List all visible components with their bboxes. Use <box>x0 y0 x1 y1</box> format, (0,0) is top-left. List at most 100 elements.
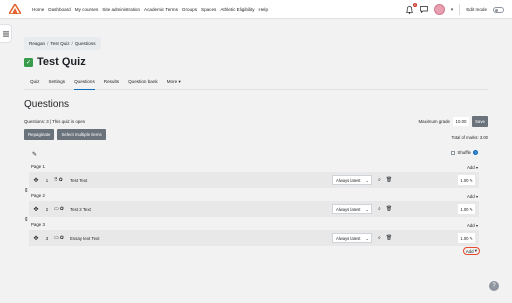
top-navbar: Home Dashboard My courses Site administr… <box>0 0 512 19</box>
edit-mark-pencil-icon[interactable]: ✎ <box>469 207 473 212</box>
question-row: ✥ 2 ▭ ✿ Test 2 Text Always latest ⌄ ⌕ 🗑 1.0… <box>29 201 479 217</box>
question-version-select[interactable]: Always latest ⌄ <box>332 175 372 185</box>
page-label: Page 1 <box>31 164 45 169</box>
delete-trash-icon[interactable]: 🗑 <box>386 177 392 183</box>
question-mark: 1.00 ✎ <box>458 233 475 243</box>
question-actions: ⌕ 🗑 <box>378 177 400 183</box>
quiz-status-text: Questions: 3 | This quiz is open <box>24 119 86 124</box>
question-name[interactable]: Essay text Text <box>70 236 332 241</box>
tab-questions[interactable]: Questions <box>74 78 95 90</box>
add-menu-link-highlighted[interactable]: Add ▾ <box>462 247 480 255</box>
course-index-drawer-toggle[interactable] <box>0 24 12 43</box>
delete-trash-icon[interactable]: 🗑 <box>386 206 392 212</box>
chevron-down-icon: ⌄ <box>365 206 369 212</box>
maximum-grade-input[interactable]: 10.00 <box>453 117 469 126</box>
gear-icon[interactable]: ✿ <box>59 177 63 183</box>
maximum-grade-label: Maximum grade <box>418 119 450 124</box>
nav-spaces[interactable]: Spaces <box>201 7 216 12</box>
question-row: ✥ 1 ⠿ ✿ Test Text Always latest ⌄ ⌕ 🗑 1.00 ✎ <box>29 172 479 188</box>
save-button[interactable]: Save <box>472 116 488 127</box>
user-menu-chevron-down-icon[interactable]: ▾ <box>451 7 454 13</box>
edit-mark-pencil-icon[interactable]: ✎ <box>469 236 473 241</box>
gear-icon[interactable]: ✿ <box>60 235 64 241</box>
page-title: Test Quiz <box>37 56 86 68</box>
tab-question-bank[interactable]: Question bank <box>128 78 158 90</box>
notification-bell-icon[interactable]: 4 <box>406 3 417 14</box>
nav-my-courses[interactable]: My courses <box>75 7 99 12</box>
question-name[interactable]: Test 2 Text <box>70 207 332 212</box>
chevron-down-icon: ▾ <box>475 194 478 199</box>
shuffle-checkbox[interactable] <box>451 150 456 155</box>
add-label: Add <box>466 165 475 170</box>
help-icon[interactable]: ? <box>473 150 478 155</box>
page-break-icon[interactable]: ⇕ <box>24 188 29 194</box>
chevron-down-icon: ▾ <box>474 248 477 253</box>
tab-more-label: More <box>166 79 178 84</box>
nav-academic-terms[interactable]: Academic Terms <box>144 7 178 12</box>
tab-quiz[interactable]: Quiz <box>30 78 39 90</box>
add-menu-link[interactable]: Add ▾ <box>467 223 478 228</box>
nav-home[interactable]: Home <box>32 7 44 12</box>
nav-athletic-eligibility[interactable]: Athletic Eligibility <box>220 7 254 12</box>
chevron-down-icon: ▾ <box>178 79 181 84</box>
question-row: ✥ 3 ▭ ✿ Essay text Text Always latest ⌄ ⌕ 🗑… <box>29 230 479 246</box>
version-value: Always latest <box>336 177 361 183</box>
version-value: Always latest <box>336 235 361 241</box>
quiz-checkbox-icon: ✓ <box>24 57 33 67</box>
preview-search-icon[interactable]: ⌕ <box>378 206 381 212</box>
page-header: ✓ Test Quiz <box>24 56 86 68</box>
mark-value: 1.00 <box>460 177 469 183</box>
shuffle-label: Shuffle <box>457 150 471 155</box>
edit-section-pencil-icon[interactable]: ✎ <box>32 151 37 158</box>
add-label: Add <box>465 248 474 254</box>
select-multiple-items-button[interactable]: Select multiple items <box>57 129 106 140</box>
move-icon[interactable]: ✥ <box>29 206 43 213</box>
drag-icon[interactable]: ▭ <box>54 235 59 241</box>
action-buttons: Repaginate Select multiple items <box>24 129 106 140</box>
tab-more[interactable]: More ▾ <box>167 78 181 90</box>
question-actions: ⌕ 🗑 <box>378 235 400 241</box>
tab-results[interactable]: Results <box>104 78 119 90</box>
move-icon[interactable]: ✥ <box>29 177 43 184</box>
drag-icon[interactable]: ⠿ <box>54 177 58 183</box>
add-menu-link[interactable]: Add ▾ <box>467 165 478 170</box>
gear-icon[interactable]: ✿ <box>60 206 64 212</box>
question-version-select[interactable]: Always latest ⌄ <box>332 204 372 214</box>
user-avatar[interactable] <box>433 4 445 15</box>
preview-search-icon[interactable]: ⌕ <box>378 235 381 241</box>
breadcrumb-separator: / <box>71 41 73 46</box>
help-fab-question-icon[interactable]: ? <box>489 281 499 291</box>
mark-value: 1.00 <box>460 206 469 212</box>
breadcrumb: Reagan / Test Quiz / Questions <box>24 37 101 50</box>
edit-mode-label: Edit mode <box>466 7 487 12</box>
add-menu-link[interactable]: Add ▾ <box>467 194 478 199</box>
preview-search-icon[interactable]: ⌕ <box>378 177 381 183</box>
breadcrumb-course[interactable]: Reagan <box>29 41 45 46</box>
messages-icon[interactable] <box>419 5 428 14</box>
nav-dashboard[interactable]: Dashboard <box>48 7 70 12</box>
edit-mode-toggle[interactable] <box>493 6 504 13</box>
drag-icon[interactable]: ▭ <box>54 206 59 212</box>
nav-site-administration[interactable]: Site administration <box>102 7 140 12</box>
edit-mark-pencil-icon[interactable]: ✎ <box>469 178 473 183</box>
page-label: Page 3 <box>31 222 45 227</box>
breadcrumb-quiz[interactable]: Test Quiz <box>50 41 69 46</box>
site-logo[interactable] <box>8 2 22 16</box>
question-list: ✎ Shuffle ? Page 1 Add ▾ ✥ 1 ⠿ ✿ Test Tex… <box>24 146 488 261</box>
notification-count-badge: 4 <box>412 3 417 8</box>
breadcrumb-questions[interactable]: Questions <box>75 41 96 46</box>
nav-help[interactable]: Help <box>259 7 268 12</box>
tab-settings[interactable]: Settings <box>48 78 65 90</box>
question-number: 3 <box>45 235 49 241</box>
question-type-icons: ⠿ ✿ <box>54 177 68 183</box>
repaginate-button[interactable]: Repaginate <box>24 129 55 140</box>
nav-groups[interactable]: Groups <box>182 7 197 12</box>
question-name[interactable]: Test Text <box>70 178 332 183</box>
add-label: Add <box>466 194 475 199</box>
question-mark: 1.00 ✎ <box>458 204 475 214</box>
question-version-select[interactable]: Always latest ⌄ <box>332 233 372 243</box>
section-heading: Questions <box>24 99 70 110</box>
page-break-icon[interactable]: ⇕ <box>24 217 29 223</box>
move-icon[interactable]: ✥ <box>29 235 43 242</box>
delete-trash-icon[interactable]: 🗑 <box>386 235 392 241</box>
